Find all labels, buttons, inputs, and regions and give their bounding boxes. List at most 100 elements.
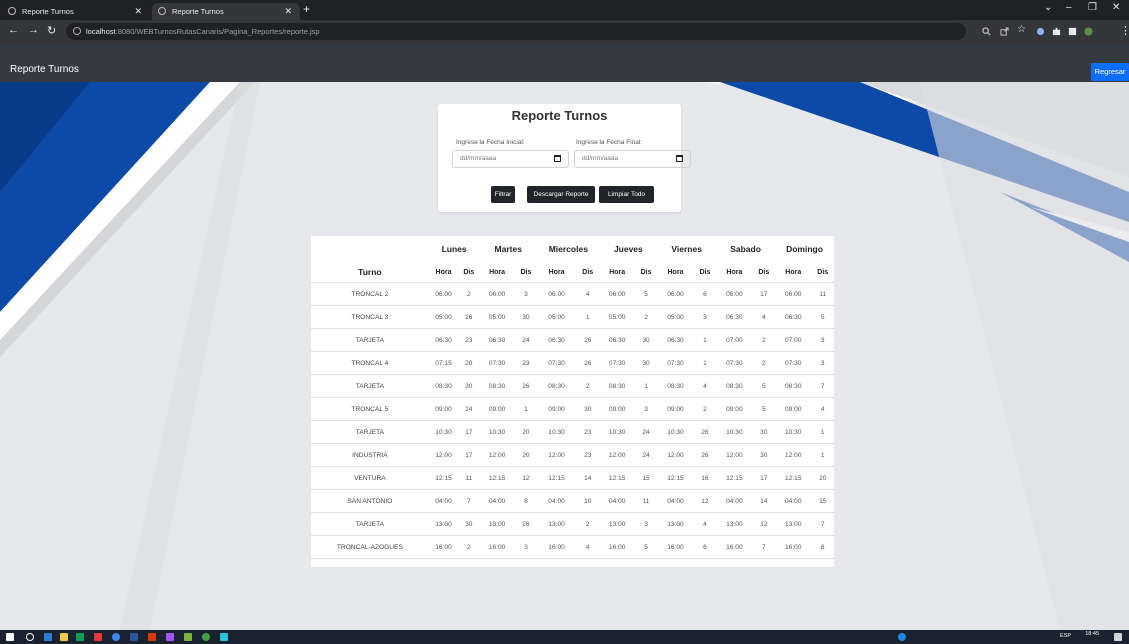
hora-cell: 06:30 bbox=[599, 328, 635, 352]
side-panel-icon[interactable] bbox=[1068, 27, 1077, 36]
browser-tab-2[interactable]: Reporte Turnos ✕ bbox=[152, 3, 300, 20]
hora-cell: 16:00 bbox=[537, 535, 576, 559]
hora-header: Hora bbox=[537, 262, 576, 283]
bookmark-star-icon[interactable]: ☆ bbox=[1017, 24, 1026, 35]
browser-tab-1[interactable]: Reporte Turnos ✕ bbox=[2, 3, 150, 20]
dis-cell: 14 bbox=[752, 489, 775, 513]
dis-cell: 1 bbox=[693, 328, 717, 352]
hora-cell: 04:00 bbox=[479, 489, 515, 513]
url-bar[interactable]: localhost:8080/WEBTurnosRutasCanaris/Pag… bbox=[66, 23, 966, 40]
taskbar-app-icon[interactable] bbox=[202, 633, 210, 641]
download-report-button[interactable]: Descargar Reporte bbox=[527, 186, 595, 203]
hora-header: Hora bbox=[657, 262, 694, 283]
hora-cell: 06:30 bbox=[716, 305, 753, 329]
hora-cell: 12:15 bbox=[428, 466, 459, 490]
turno-cell: VENTURA bbox=[311, 466, 429, 490]
turno-cell: TRONCAL-AZOGUES bbox=[311, 535, 429, 559]
hora-cell: 04:00 bbox=[537, 489, 576, 513]
hora-cell: 05:00 bbox=[657, 305, 694, 329]
hora-cell: 12:15 bbox=[716, 466, 753, 490]
start-date-input[interactable]: dd/mm/aaaa bbox=[452, 150, 569, 168]
extension-icon[interactable] bbox=[1036, 27, 1045, 36]
day-header: Martes bbox=[494, 244, 522, 254]
dis-cell: 1 bbox=[514, 397, 538, 421]
clear-all-button[interactable]: Limpiar Todo bbox=[599, 186, 654, 203]
dis-cell: 30 bbox=[634, 351, 658, 375]
turno-cell: TARJETA bbox=[311, 420, 429, 444]
extensions-puzzle-icon[interactable] bbox=[1052, 27, 1061, 36]
dis-cell: 6 bbox=[693, 535, 717, 559]
hora-cell: 06:30 bbox=[657, 328, 694, 352]
hora-cell: 06:00 bbox=[537, 282, 576, 306]
zoom-icon[interactable] bbox=[982, 27, 991, 36]
hora-cell: 16:00 bbox=[479, 535, 515, 559]
profile-avatar-icon[interactable] bbox=[1084, 27, 1093, 36]
dis-cell: 3 bbox=[811, 351, 834, 375]
hora-cell: 06:00 bbox=[599, 282, 635, 306]
taskbar-app-icon[interactable] bbox=[94, 633, 102, 641]
dis-cell: 12 bbox=[693, 489, 717, 513]
hora-cell: 12:00 bbox=[428, 443, 459, 467]
taskbar-app-icon[interactable] bbox=[220, 633, 228, 641]
close-tab-icon[interactable]: ✕ bbox=[134, 3, 142, 20]
notification-icon[interactable] bbox=[1114, 633, 1122, 641]
taskbar-app-icon[interactable] bbox=[148, 633, 156, 641]
calendar-icon[interactable] bbox=[554, 155, 561, 162]
hora-cell: 08:30 bbox=[479, 374, 515, 398]
hora-cell: 07:00 bbox=[716, 328, 753, 352]
taskbar-app-icon[interactable] bbox=[44, 633, 52, 641]
taskbar-app-icon[interactable] bbox=[76, 633, 84, 641]
hora-cell: 04:00 bbox=[657, 489, 694, 513]
dis-cell: 5 bbox=[752, 374, 775, 398]
dis-cell: 5 bbox=[752, 397, 775, 421]
end-date-input[interactable]: dd/mm/aaaa bbox=[574, 150, 691, 168]
dis-cell: 12 bbox=[752, 512, 775, 536]
share-icon[interactable] bbox=[1000, 27, 1009, 36]
dis-cell: 24 bbox=[458, 397, 480, 421]
hora-header: Hora bbox=[775, 262, 812, 283]
calendar-icon[interactable] bbox=[676, 155, 683, 162]
hora-cell: 07:30 bbox=[479, 351, 515, 375]
dis-cell: 3 bbox=[514, 535, 538, 559]
table-row: SAN ANTONIO 04:00 7 04:00 8 04:00 10 04:00 11 04:… bbox=[311, 489, 834, 513]
dis-cell: 2 bbox=[458, 282, 480, 306]
taskbar-app-icon[interactable] bbox=[166, 633, 174, 641]
table-row: INDUSTRIA 12:00 17 12:00 20 12:00 23 12:00 24 12:… bbox=[311, 443, 834, 467]
minimize-icon[interactable]: – bbox=[1066, 2, 1072, 13]
windows-start-icon[interactable] bbox=[6, 633, 14, 641]
new-tab-icon[interactable]: + bbox=[303, 2, 310, 16]
reload-icon[interactable]: ↻ bbox=[47, 24, 56, 37]
navbar-brand[interactable]: Reporte Turnos bbox=[10, 64, 79, 75]
dis-cell: 26 bbox=[575, 351, 600, 375]
weather-icon[interactable] bbox=[898, 633, 906, 641]
hora-cell: 10:30 bbox=[537, 420, 576, 444]
back-button[interactable]: Regresar bbox=[1091, 63, 1129, 81]
filter-button[interactable]: Filtrar bbox=[491, 186, 515, 203]
table-row: TARJETA 08:30 30 08:30 26 08:30 2 08:30 1 08:30 4 0… bbox=[311, 374, 834, 398]
taskbar-app-icon[interactable] bbox=[184, 633, 192, 641]
restore-icon[interactable]: ❐ bbox=[1088, 2, 1097, 13]
dis-header: Dis bbox=[811, 262, 834, 283]
hora-cell: 09:00 bbox=[716, 397, 753, 421]
tab-search-icon[interactable]: ⌄ bbox=[1044, 2, 1052, 13]
dis-cell: 1 bbox=[811, 420, 834, 444]
chrome-icon[interactable] bbox=[112, 633, 120, 641]
end-date-label: Ingrese la Fecha Final: bbox=[576, 139, 643, 146]
menu-kebab-icon[interactable]: ⋮ bbox=[1120, 24, 1129, 37]
hora-cell: 12:00 bbox=[657, 443, 694, 467]
hora-cell: 06:00 bbox=[428, 282, 459, 306]
close-tab-icon[interactable]: ✕ bbox=[284, 3, 292, 20]
url-path: :8080/WEBTurnosRutasCanaris/Pagina_Repor… bbox=[115, 27, 320, 36]
dis-cell: 8 bbox=[514, 489, 538, 513]
file-explorer-icon[interactable] bbox=[60, 633, 68, 641]
back-arrow-icon[interactable]: ← bbox=[8, 24, 19, 36]
hora-cell: 07:15 bbox=[428, 351, 459, 375]
close-window-icon[interactable]: ✕ bbox=[1112, 2, 1120, 13]
forward-arrow-icon[interactable]: → bbox=[28, 24, 39, 36]
search-icon[interactable] bbox=[26, 633, 34, 641]
taskbar-app-icon[interactable] bbox=[130, 633, 138, 641]
site-info-icon[interactable] bbox=[73, 27, 81, 35]
taskbar-clock[interactable]: 18:45 bbox=[1085, 631, 1099, 637]
language-indicator[interactable]: ESP bbox=[1060, 633, 1071, 639]
table-row: TRONCAL-AZOGUES 16:00 2 16:00 3 16:00 4 16:00 5 1… bbox=[311, 535, 834, 559]
